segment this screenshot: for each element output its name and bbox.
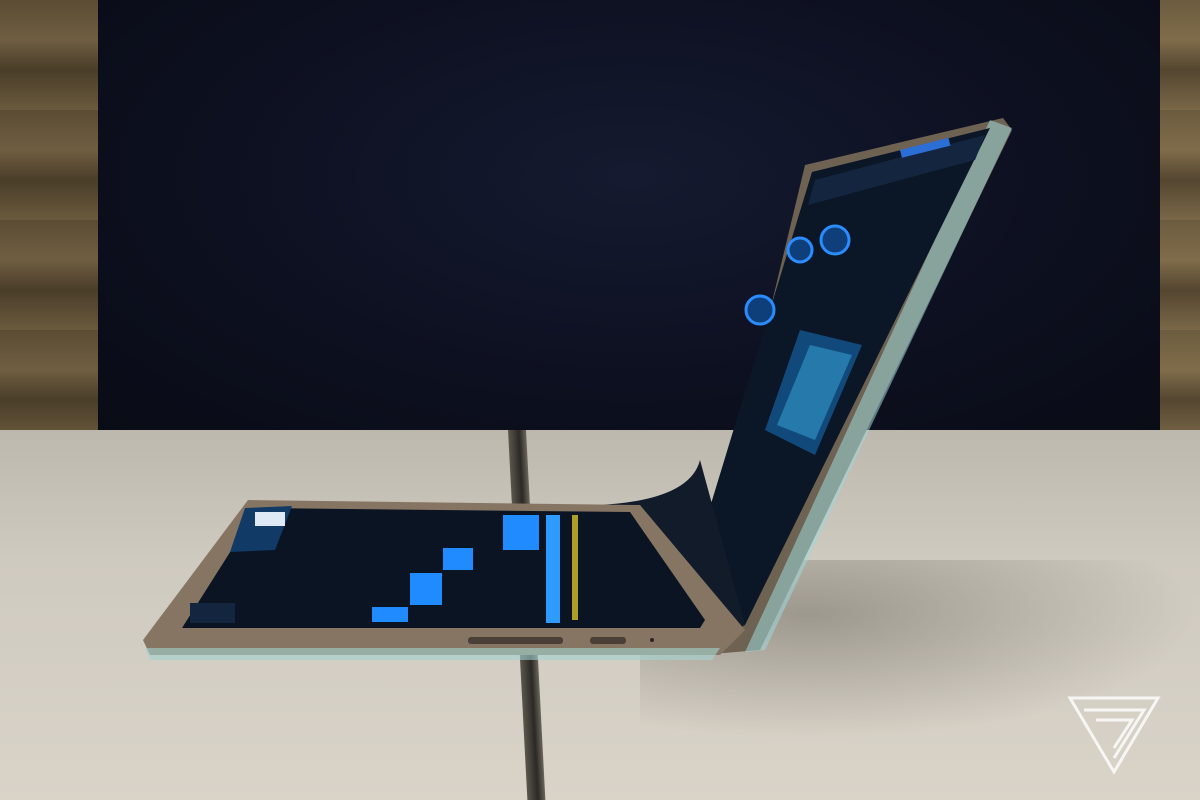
side-button <box>590 637 626 644</box>
knob-icon <box>819 224 851 256</box>
bottom-toolbar <box>190 603 235 623</box>
timeline-playhead <box>546 515 560 623</box>
status-light <box>650 638 654 642</box>
knob-icon <box>744 294 776 326</box>
timeline-clip <box>410 573 442 605</box>
level-meter <box>572 515 578 620</box>
knob-icon <box>786 236 814 264</box>
verge-v-logo-icon <box>1067 696 1161 775</box>
foldable-laptop <box>143 118 1012 660</box>
lower-screen-base-edge <box>145 648 720 660</box>
side-port <box>468 637 563 644</box>
timeline-clip <box>503 515 539 550</box>
photo-scene <box>0 0 1200 800</box>
media-panel-label <box>255 512 285 526</box>
timeline-clip <box>443 548 473 570</box>
timeline-clip <box>372 607 408 622</box>
